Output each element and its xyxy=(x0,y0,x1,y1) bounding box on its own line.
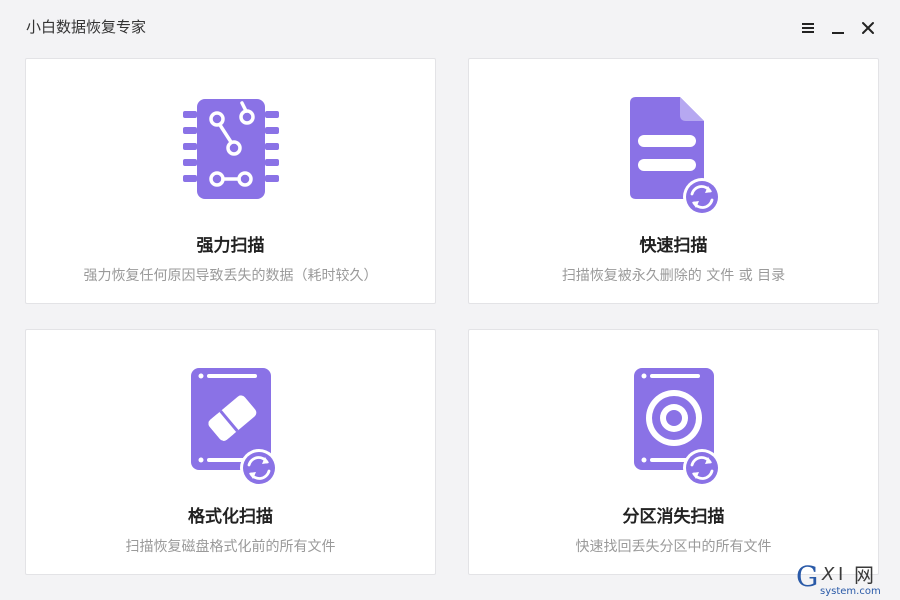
window-controls xyxy=(800,16,876,40)
card-title: 分区消失扫描 xyxy=(622,507,725,527)
card-description: 扫描恢复磁盘格式化前的所有文件 xyxy=(125,539,336,555)
titlebar[interactable]: 小白数据恢复专家 xyxy=(0,0,900,56)
hamburger-menu-icon[interactable] xyxy=(800,16,816,40)
card-title: 格式化扫描 xyxy=(188,507,273,527)
svg-text:system.com: system.com xyxy=(820,586,881,596)
disk-eraser-icon xyxy=(179,368,283,492)
app-title: 小白数据恢复专家 xyxy=(26,18,147,36)
watermark-logo: G X I 网 system.com xyxy=(796,560,892,597)
chip-icon xyxy=(179,97,283,205)
card-title: 快速扫描 xyxy=(639,236,708,256)
card-description: 快速找回丢失分区中的所有文件 xyxy=(575,539,772,555)
lost-partition-scan-card[interactable]: 分区消失扫描 快速找回丢失分区中的所有文件 xyxy=(468,329,879,575)
format-scan-card[interactable]: 格式化扫描 扫描恢复磁盘格式化前的所有文件 xyxy=(25,329,436,575)
card-description: 强力恢复任何原因导致丢失的数据（耗时较久） xyxy=(83,268,378,284)
deep-scan-card[interactable]: 强力扫描 强力恢复任何原因导致丢失的数据（耗时较久） xyxy=(25,58,436,304)
card-title: 强力扫描 xyxy=(196,236,265,256)
app-window: 小白数据恢复专家 强力扫描 强力恢复任何原因导致丢失的数据（耗时较久） 快速扫描… xyxy=(0,0,900,600)
svg-text:I: I xyxy=(838,564,843,585)
close-icon[interactable] xyxy=(860,16,876,40)
card-description: 扫描恢复被永久删除的 文件 或 目录 xyxy=(561,268,786,284)
svg-text:G: G xyxy=(796,560,818,593)
quick-scan-card[interactable]: 快速扫描 扫描恢复被永久删除的 文件 或 目录 xyxy=(468,58,879,304)
document-refresh-icon xyxy=(622,97,726,221)
disk-partition-icon xyxy=(622,368,726,492)
minimize-icon[interactable] xyxy=(830,16,846,40)
svg-text:X: X xyxy=(821,564,835,585)
svg-text:网: 网 xyxy=(854,563,874,587)
